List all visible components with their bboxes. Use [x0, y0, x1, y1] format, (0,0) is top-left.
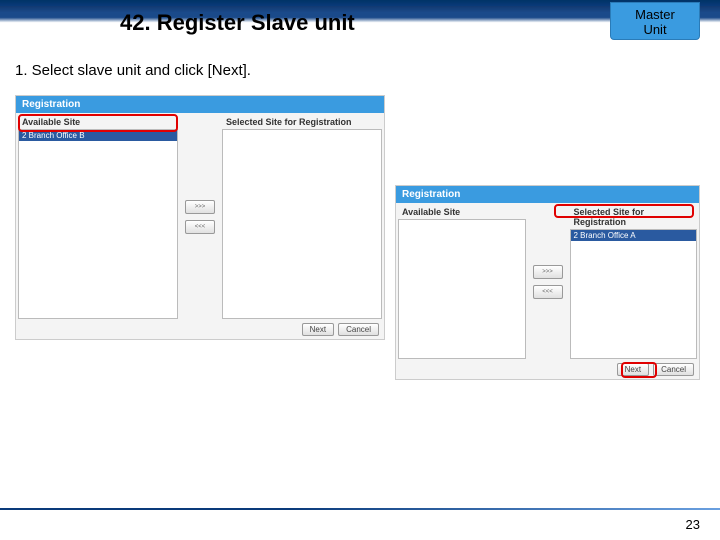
cancel-button[interactable]: Cancel	[653, 363, 694, 376]
selected-site-label: Selected Site for Registration	[222, 115, 382, 129]
next-button[interactable]: Next	[617, 363, 649, 376]
dialog-title: Registration	[396, 186, 699, 203]
list-item[interactable]: 2 Branch Office A	[571, 230, 697, 241]
registration-dialog-after: Registration Available Site >>> <<< Sele…	[395, 185, 700, 380]
slide-title: 42. Register Slave unit	[120, 10, 355, 36]
selected-site-list[interactable]	[222, 129, 382, 319]
list-item[interactable]: 2 Branch Office B	[19, 130, 177, 141]
footer-divider	[0, 508, 720, 510]
selected-site-label: Selected Site for Registration	[570, 205, 698, 229]
unit-badge: MasterUnit	[610, 2, 700, 40]
cancel-button[interactable]: Cancel	[338, 323, 379, 336]
available-site-list[interactable]: 2 Branch Office B	[18, 129, 178, 319]
instruction-step: 1. Select slave unit and click [Next].	[15, 62, 251, 79]
available-site-label: Available Site	[18, 115, 178, 129]
add-button[interactable]: >>>	[185, 200, 215, 214]
remove-button[interactable]: <<<	[533, 285, 563, 299]
available-site-label: Available Site	[398, 205, 526, 219]
registration-dialog-before: Registration Available Site 2 Branch Off…	[15, 95, 385, 340]
selected-site-list[interactable]: 2 Branch Office A	[570, 229, 698, 359]
add-button[interactable]: >>>	[533, 265, 563, 279]
available-site-list[interactable]	[398, 219, 526, 359]
next-button[interactable]: Next	[302, 323, 334, 336]
dialog-title: Registration	[16, 96, 384, 113]
remove-button[interactable]: <<<	[185, 220, 215, 234]
page-number: 23	[686, 517, 700, 532]
slide-header: 42. Register Slave unit MasterUnit	[0, 0, 720, 50]
